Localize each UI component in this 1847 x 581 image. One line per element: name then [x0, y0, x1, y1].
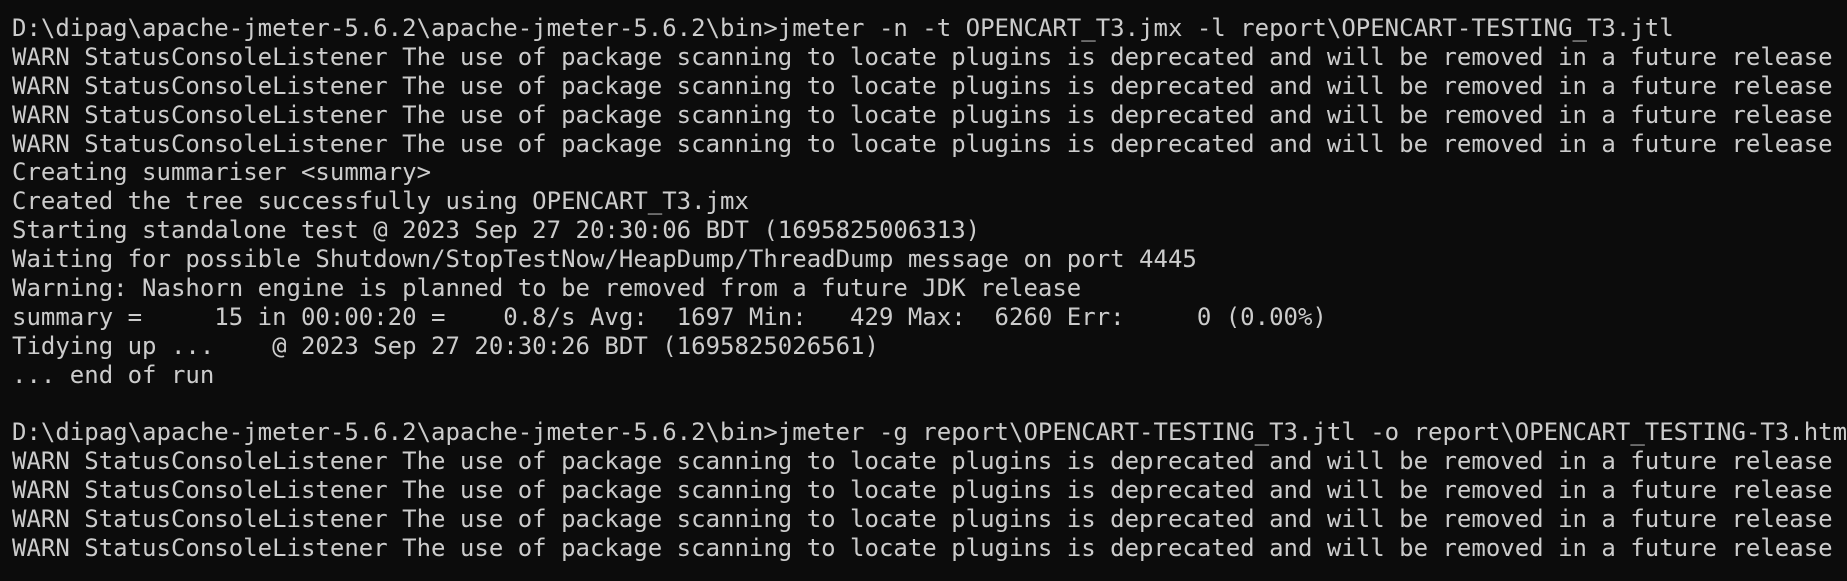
warn-line: WARN StatusConsoleListener The use of pa… — [12, 476, 1833, 505]
prompt-command-line: D:\dipag\apache-jmeter-5.6.2\apache-jmet… — [12, 418, 1847, 447]
warn-line: WARN StatusConsoleListener The use of pa… — [12, 71, 1833, 100]
prompt-command-line: D:\dipag\apache-jmeter-5.6.2\apache-jmet… — [12, 14, 1674, 42]
terminal-window[interactable]: D:\dipag\apache-jmeter-5.6.2\apache-jmet… — [0, 0, 1847, 581]
output-line: ... end of run — [12, 360, 215, 389]
output-line: Warning: Nashorn engine is planned to be… — [12, 274, 1082, 303]
warn-line: WARN StatusConsoleListener The use of pa… — [12, 129, 1833, 158]
warn-line: WARN StatusConsoleListener The use of pa… — [12, 505, 1833, 534]
summary-line: summary = 15 in 00:00:20 = 0.8/s Avg: 16… — [12, 302, 1327, 331]
output-line: Tidying up ... @ 2023 Sep 27 20:30:26 BD… — [12, 331, 879, 360]
output-line: Waiting for possible Shutdown/StopTestNo… — [12, 245, 1197, 274]
output-line: Starting standalone test @ 2023 Sep 27 2… — [12, 216, 981, 245]
warn-line: WARN StatusConsoleListener The use of pa… — [12, 534, 1833, 563]
warn-line: WARN StatusConsoleListener The use of pa… — [12, 447, 1833, 476]
warn-line: WARN StatusConsoleListener The use of pa… — [12, 100, 1833, 129]
output-line: Created the tree successfully using OPEN… — [12, 187, 749, 216]
warn-line: WARN StatusConsoleListener The use of pa… — [12, 42, 1833, 71]
output-line: Creating summariser <summary> — [12, 158, 432, 187]
